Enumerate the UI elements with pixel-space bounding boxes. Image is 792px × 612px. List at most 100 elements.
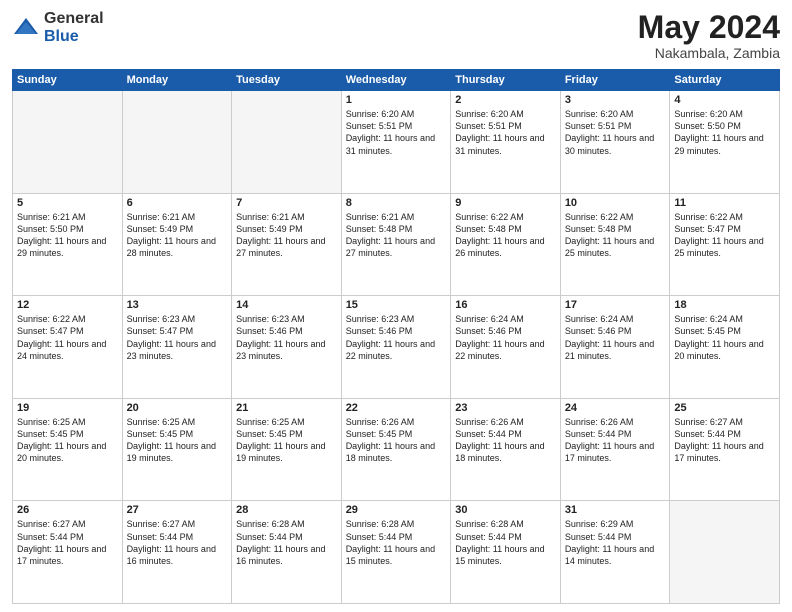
cell-info: Sunrise: 6:24 AM Sunset: 5:45 PM Dayligh… <box>674 313 775 362</box>
day-number: 26 <box>17 504 118 516</box>
col-tuesday: Tuesday <box>232 70 342 91</box>
day-number: 21 <box>236 402 337 414</box>
logo-icon <box>12 14 40 42</box>
calendar-cell: 28 Sunrise: 6:28 AM Sunset: 5:44 PM Dayli… <box>232 501 342 604</box>
day-number: 18 <box>674 299 775 311</box>
col-thursday: Thursday <box>451 70 561 91</box>
week-row-2: 5Sunrise: 6:21 AM Sunset: 5:50 PM Daylig… <box>13 193 780 296</box>
cell-info: Sunrise: 6:20 AM Sunset: 5:51 PM Dayligh… <box>565 108 666 157</box>
week-row-4: 19 Sunrise: 6:25 AM Sunset: 5:45 PM Dayli… <box>13 398 780 501</box>
day-number: 10 <box>565 197 666 209</box>
cell-info: Sunrise: 6:25 AM Sunset: 5:45 PM Dayligh… <box>17 416 118 465</box>
logo-blue-text: Blue <box>44 28 104 46</box>
calendar-cell: 8Sunrise: 6:21 AM Sunset: 5:48 PM Daylig… <box>341 193 451 296</box>
header: General Blue May 2024 Nakambala, Zambia <box>12 10 780 61</box>
calendar-cell <box>122 91 232 194</box>
calendar-cell: 12Sunrise: 6:22 AM Sunset: 5:47 PM Dayli… <box>13 296 123 399</box>
cell-info: Sunrise: 6:21 AM Sunset: 5:50 PM Dayligh… <box>17 211 118 260</box>
logo-general-text: General <box>44 10 104 28</box>
cell-info: Sunrise: 6:23 AM Sunset: 5:46 PM Dayligh… <box>346 313 447 362</box>
day-number: 17 <box>565 299 666 311</box>
cell-info: Sunrise: 6:26 AM Sunset: 5:44 PM Dayligh… <box>565 416 666 465</box>
cell-info: Sunrise: 6:27 AM Sunset: 5:44 PM Dayligh… <box>17 518 118 567</box>
calendar-cell: 5Sunrise: 6:21 AM Sunset: 5:50 PM Daylig… <box>13 193 123 296</box>
calendar-cell: 22 Sunrise: 6:26 AM Sunset: 5:45 PM Dayli… <box>341 398 451 501</box>
cell-info: Sunrise: 6:22 AM Sunset: 5:47 PM Dayligh… <box>17 313 118 362</box>
cell-info: Sunrise: 6:20 AM Sunset: 5:51 PM Dayligh… <box>346 108 447 157</box>
calendar-table: Sunday Monday Tuesday Wednesday Thursday… <box>12 69 780 604</box>
calendar-cell: 24Sunrise: 6:26 AM Sunset: 5:44 PM Dayli… <box>560 398 670 501</box>
calendar-cell: 30 Sunrise: 6:28 AM Sunset: 5:44 PM Dayli… <box>451 501 561 604</box>
calendar-cell: 17 Sunrise: 6:24 AM Sunset: 5:46 PM Dayli… <box>560 296 670 399</box>
cell-info: Sunrise: 6:23 AM Sunset: 5:47 PM Dayligh… <box>127 313 228 362</box>
calendar-cell <box>232 91 342 194</box>
calendar-cell: 3 Sunrise: 6:20 AM Sunset: 5:51 PM Daylig… <box>560 91 670 194</box>
location: Nakambala, Zambia <box>638 45 780 61</box>
day-number: 15 <box>346 299 447 311</box>
calendar-cell: 9 Sunrise: 6:22 AM Sunset: 5:48 PM Daylig… <box>451 193 561 296</box>
day-number: 1 <box>346 94 447 106</box>
cell-info: Sunrise: 6:25 AM Sunset: 5:45 PM Dayligh… <box>127 416 228 465</box>
cell-info: Sunrise: 6:24 AM Sunset: 5:46 PM Dayligh… <box>455 313 556 362</box>
day-number: 20 <box>127 402 228 414</box>
day-number: 16 <box>455 299 556 311</box>
day-number: 28 <box>236 504 337 516</box>
calendar-cell: 18 Sunrise: 6:24 AM Sunset: 5:45 PM Dayli… <box>670 296 780 399</box>
col-friday: Friday <box>560 70 670 91</box>
calendar-body: 1 Sunrise: 6:20 AM Sunset: 5:51 PM Daylig… <box>13 91 780 604</box>
calendar-header: Sunday Monday Tuesday Wednesday Thursday… <box>13 70 780 91</box>
day-number: 4 <box>674 94 775 106</box>
cell-info: Sunrise: 6:22 AM Sunset: 5:47 PM Dayligh… <box>674 211 775 260</box>
calendar-cell <box>670 501 780 604</box>
day-number: 11 <box>674 197 775 209</box>
calendar-cell: 7Sunrise: 6:21 AM Sunset: 5:49 PM Daylig… <box>232 193 342 296</box>
day-number: 25 <box>674 402 775 414</box>
calendar-cell: 14 Sunrise: 6:23 AM Sunset: 5:46 PM Dayli… <box>232 296 342 399</box>
cell-info: Sunrise: 6:26 AM Sunset: 5:44 PM Dayligh… <box>455 416 556 465</box>
cell-info: Sunrise: 6:20 AM Sunset: 5:51 PM Dayligh… <box>455 108 556 157</box>
cell-info: Sunrise: 6:24 AM Sunset: 5:46 PM Dayligh… <box>565 313 666 362</box>
cell-info: Sunrise: 6:27 AM Sunset: 5:44 PM Dayligh… <box>674 416 775 465</box>
cell-info: Sunrise: 6:28 AM Sunset: 5:44 PM Dayligh… <box>236 518 337 567</box>
logo-text: General Blue <box>44 10 104 45</box>
day-number: 14 <box>236 299 337 311</box>
cell-info: Sunrise: 6:22 AM Sunset: 5:48 PM Dayligh… <box>455 211 556 260</box>
calendar-cell: 13 Sunrise: 6:23 AM Sunset: 5:47 PM Dayli… <box>122 296 232 399</box>
col-wednesday: Wednesday <box>341 70 451 91</box>
calendar-cell: 4 Sunrise: 6:20 AM Sunset: 5:50 PM Daylig… <box>670 91 780 194</box>
calendar-cell: 27Sunrise: 6:27 AM Sunset: 5:44 PM Dayli… <box>122 501 232 604</box>
week-row-1: 1 Sunrise: 6:20 AM Sunset: 5:51 PM Daylig… <box>13 91 780 194</box>
cell-info: Sunrise: 6:23 AM Sunset: 5:46 PM Dayligh… <box>236 313 337 362</box>
day-number: 27 <box>127 504 228 516</box>
header-row: Sunday Monday Tuesday Wednesday Thursday… <box>13 70 780 91</box>
day-number: 6 <box>127 197 228 209</box>
day-number: 22 <box>346 402 447 414</box>
calendar-cell: 6Sunrise: 6:21 AM Sunset: 5:49 PM Daylig… <box>122 193 232 296</box>
calendar-cell: 2 Sunrise: 6:20 AM Sunset: 5:51 PM Daylig… <box>451 91 561 194</box>
cell-info: Sunrise: 6:28 AM Sunset: 5:44 PM Dayligh… <box>455 518 556 567</box>
day-number: 2 <box>455 94 556 106</box>
cell-info: Sunrise: 6:21 AM Sunset: 5:48 PM Dayligh… <box>346 211 447 260</box>
calendar-cell: 20 Sunrise: 6:25 AM Sunset: 5:45 PM Dayli… <box>122 398 232 501</box>
cell-info: Sunrise: 6:26 AM Sunset: 5:45 PM Dayligh… <box>346 416 447 465</box>
day-number: 31 <box>565 504 666 516</box>
cell-info: Sunrise: 6:22 AM Sunset: 5:48 PM Dayligh… <box>565 211 666 260</box>
month-year: May 2024 <box>638 10 780 45</box>
calendar-cell: 15 Sunrise: 6:23 AM Sunset: 5:46 PM Dayli… <box>341 296 451 399</box>
day-number: 7 <box>236 197 337 209</box>
day-number: 30 <box>455 504 556 516</box>
col-saturday: Saturday <box>670 70 780 91</box>
calendar-cell: 10 Sunrise: 6:22 AM Sunset: 5:48 PM Dayli… <box>560 193 670 296</box>
calendar-cell: 16 Sunrise: 6:24 AM Sunset: 5:46 PM Dayli… <box>451 296 561 399</box>
col-sunday: Sunday <box>13 70 123 91</box>
cell-info: Sunrise: 6:20 AM Sunset: 5:50 PM Dayligh… <box>674 108 775 157</box>
cell-info: Sunrise: 6:29 AM Sunset: 5:44 PM Dayligh… <box>565 518 666 567</box>
day-number: 13 <box>127 299 228 311</box>
day-number: 3 <box>565 94 666 106</box>
week-row-3: 12Sunrise: 6:22 AM Sunset: 5:47 PM Dayli… <box>13 296 780 399</box>
day-number: 29 <box>346 504 447 516</box>
calendar-cell <box>13 91 123 194</box>
day-number: 19 <box>17 402 118 414</box>
day-number: 9 <box>455 197 556 209</box>
cell-info: Sunrise: 6:28 AM Sunset: 5:44 PM Dayligh… <box>346 518 447 567</box>
